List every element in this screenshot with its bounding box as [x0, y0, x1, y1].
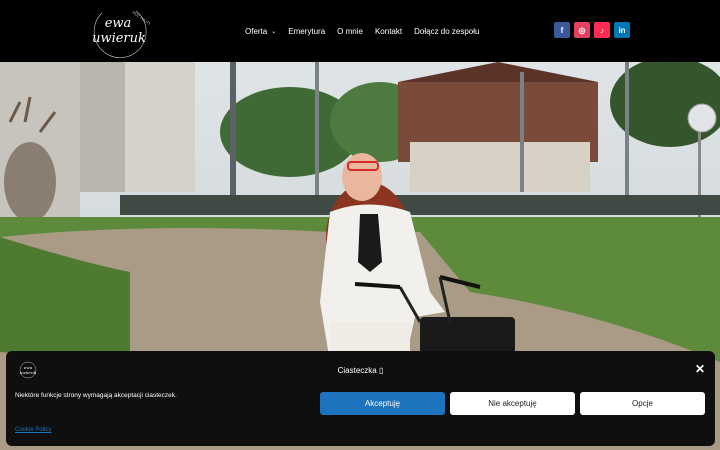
- nav-item-kontakt[interactable]: Kontakt: [375, 27, 402, 36]
- nav-item-label: Oferta: [245, 26, 268, 36]
- cookie-message: Niektóre funkcje strony wymagają akcepta…: [15, 392, 177, 399]
- nav-item-emerytura[interactable]: Emerytura: [288, 27, 325, 36]
- deny-cookies-button[interactable]: Nie akceptuję: [450, 392, 575, 415]
- nav-item-label: Kontakt: [374, 26, 403, 36]
- linkedin-icon[interactable]: in: [614, 22, 630, 38]
- nav-item-oferta[interactable]: Oferta ⌄: [245, 27, 276, 36]
- accept-cookies-button[interactable]: Akceptuję: [320, 392, 445, 415]
- nav-item-o-mnie[interactable]: O mnie: [337, 27, 363, 36]
- logo-tagline: MOC POLITY: [131, 11, 150, 27]
- nav-item-label: O mnie: [337, 26, 363, 36]
- nav-item-dolacz[interactable]: Dołącz do zespołu: [414, 27, 479, 36]
- nav-item-label: Emerytura: [288, 26, 326, 36]
- chevron-down-icon: ⌄: [271, 28, 277, 35]
- nav-item-label: Dołącz do zespołu: [414, 26, 480, 36]
- cookie-policy-link[interactable]: Cookie Policy: [15, 427, 51, 433]
- close-icon[interactable]: ✕: [694, 363, 706, 375]
- logo-graphic: ewa uwieruk MOC POLITY: [92, 11, 152, 58]
- logo-text-bottom: uwieruk: [92, 31, 146, 46]
- cookie-options-button[interactable]: Opcje: [580, 392, 705, 415]
- site-header: ewa uwieruk MOC POLITY Oferta ⌄ Emerytur…: [0, 0, 720, 62]
- site-logo[interactable]: ewa uwieruk MOC POLITY: [88, 3, 152, 59]
- facebook-icon[interactable]: f: [554, 22, 570, 38]
- instagram-icon[interactable]: ◎: [574, 22, 590, 38]
- tiktok-icon[interactable]: ♪: [594, 22, 610, 38]
- main-nav: Oferta ⌄ Emerytura O mnie Kontakt Dołącz…: [245, 24, 491, 38]
- cookie-consent-banner: ewa uwieruk Ciasteczka ▯ ✕ Niektóre funk…: [6, 351, 715, 446]
- logo-text-top: ewa: [105, 16, 132, 31]
- cookie-title: Ciasteczka ▯: [337, 366, 384, 375]
- social-links: f ◎ ♪ in: [554, 22, 630, 38]
